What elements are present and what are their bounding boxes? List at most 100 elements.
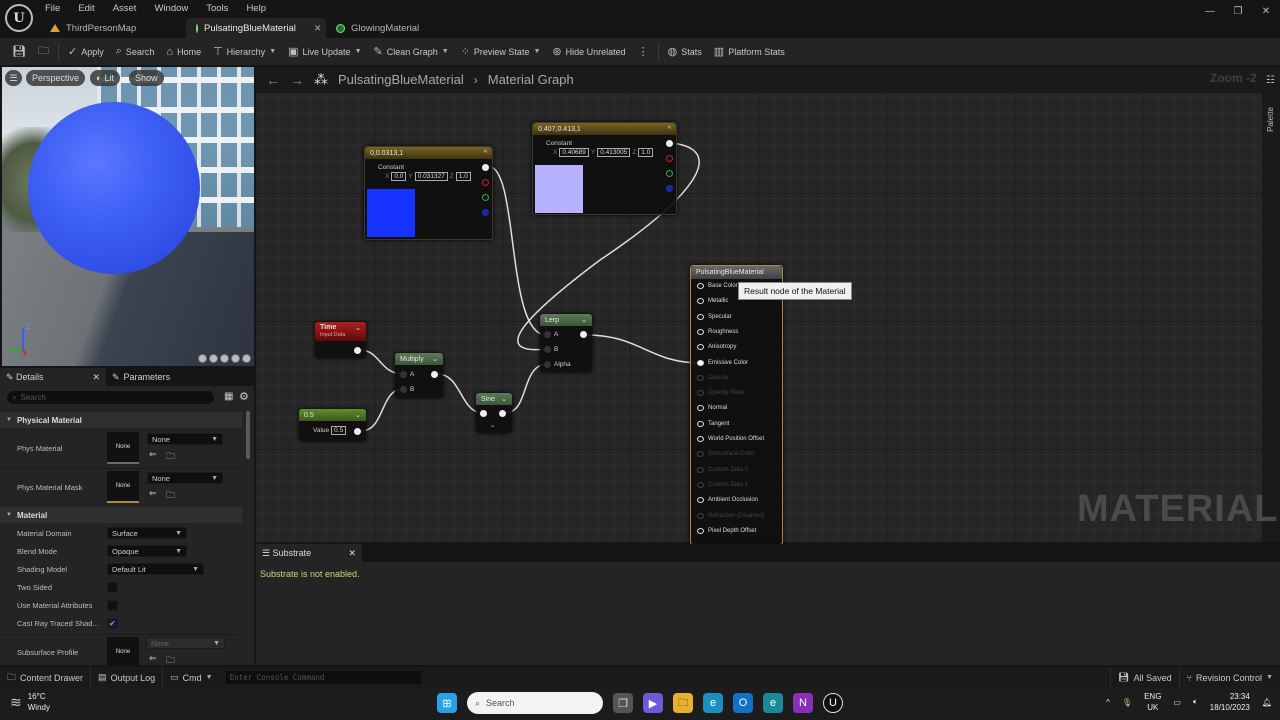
- clean-graph-button[interactable]: ✎ Clean Graph ▼: [368, 38, 455, 65]
- menu-asset[interactable]: Asset: [112, 2, 145, 14]
- x-field[interactable]: 0.40689: [559, 148, 589, 157]
- output-pin[interactable]: [431, 371, 438, 378]
- input-pin-a[interactable]: [400, 371, 407, 378]
- hierarchy-button[interactable]: ⊤ Hierarchy ▼: [207, 38, 282, 65]
- viewport-menu-button[interactable]: ☰: [5, 70, 22, 86]
- result-pin[interactable]: Anisotropy: [697, 344, 736, 351]
- save-button[interactable]: 💾︎: [6, 38, 32, 65]
- volume-icon[interactable]: 🔈︎: [1193, 697, 1198, 707]
- result-pin[interactable]: Emissive Color: [697, 359, 748, 366]
- sphere-preview-icon[interactable]: [209, 354, 218, 363]
- material-result-node[interactable]: PulsatingBlueMaterial Base Color Metallic…: [690, 265, 783, 545]
- output-pin[interactable]: [499, 410, 506, 417]
- input-pin-alpha[interactable]: [544, 361, 551, 368]
- result-pin[interactable]: Specular: [697, 313, 732, 320]
- console-input[interactable]: Enter Console Command: [225, 671, 421, 684]
- output-pin-r[interactable]: [666, 155, 673, 162]
- input-pin[interactable]: [480, 410, 487, 417]
- network-icon[interactable]: ▭: [1173, 698, 1181, 707]
- phys-material-mask-combo[interactable]: None ▼: [147, 472, 223, 484]
- close-icon[interactable]: ✕: [92, 372, 100, 383]
- menu-window[interactable]: Window: [153, 2, 196, 14]
- pin-connector-icon[interactable]: [697, 359, 704, 366]
- notification-bell-icon[interactable]: 🔔︎: [1262, 698, 1272, 707]
- microphone-icon[interactable]: 🎙︎: [1122, 698, 1132, 707]
- output-pin-r[interactable]: [482, 179, 489, 186]
- file-explorer-icon[interactable]: 🗀: [673, 693, 693, 713]
- edge-icon[interactable]: e: [703, 693, 723, 713]
- stats-button[interactable]: ◍ Stats: [662, 38, 708, 65]
- pin-connector-icon[interactable]: [697, 436, 704, 442]
- pin-connector-icon[interactable]: [697, 374, 704, 381]
- result-pin[interactable]: Metallic: [697, 298, 728, 305]
- tab-details[interactable]: ✎ Details ✕: [0, 368, 106, 386]
- revision-control-button[interactable]: ⑂ Revision Control ▼: [1180, 667, 1280, 688]
- clock[interactable]: 23:34 18/10/2023: [1210, 691, 1250, 713]
- collapse-icon[interactable]: ^: [668, 126, 671, 133]
- value-field[interactable]: 0.5: [331, 426, 347, 435]
- constant3vector-node[interactable]: 0,0.0313,1 ^ Constant X 0.0 Y 0.031327 Z 1.0: [364, 146, 493, 240]
- palette-sidebar[interactable]: ☷ Palette: [1262, 67, 1280, 542]
- section-material[interactable]: ▼ Material: [0, 507, 242, 523]
- mesh-preview-icon[interactable]: [242, 354, 251, 363]
- subsurface-profile-combo[interactable]: None ▼: [146, 637, 225, 649]
- chevron-down-icon[interactable]: ⌄: [355, 411, 361, 419]
- use-selected-icon[interactable]: ⇐: [149, 488, 157, 499]
- apply-button[interactable]: ✓ Apply: [62, 38, 110, 65]
- home-button[interactable]: ⌂ Home: [160, 38, 207, 65]
- breadcrumb-root[interactable]: PulsatingBlueMaterial: [338, 72, 464, 87]
- node-header[interactable]: 0.407,0.413,1 ^: [533, 123, 676, 135]
- lerp-node[interactable]: Lerp ⌄ A B Alpha: [540, 314, 592, 372]
- section-physical-material[interactable]: ▼ Physical Material: [0, 412, 242, 428]
- node-header[interactable]: Lerp ⌄: [540, 314, 592, 326]
- output-pin-g[interactable]: [666, 170, 673, 177]
- live-update-button[interactable]: ▣ Live Update ▼: [282, 38, 367, 65]
- maximize-icon[interactable]: ❐: [1224, 0, 1252, 22]
- platform-stats-button[interactable]: ▥ Platform Stats: [708, 38, 791, 65]
- scalar-parameter-node[interactable]: 0.5 ⌄ Value 0.5: [299, 409, 366, 441]
- language-indicator[interactable]: ENG UK: [1144, 691, 1161, 713]
- material-domain-combo[interactable]: Surface ▼: [107, 527, 187, 539]
- pin-connector-icon[interactable]: [697, 527, 704, 534]
- result-pin[interactable]: World Position Offset: [697, 436, 764, 442]
- result-pin[interactable]: Roughness: [697, 328, 738, 335]
- result-pin[interactable]: Pixel Depth Offset: [697, 527, 756, 534]
- show-button[interactable]: Show: [129, 70, 164, 86]
- result-pin[interactable]: Subsurface Color: [697, 451, 754, 458]
- result-pin[interactable]: Refraction (Disabled): [697, 512, 764, 519]
- edge-profile-icon[interactable]: e: [763, 693, 783, 713]
- node-header[interactable]: Multiply ⌄: [395, 353, 443, 365]
- teams-icon[interactable]: ▶: [643, 693, 663, 713]
- browse-button[interactable]: 🗀: [32, 38, 55, 65]
- result-pin[interactable]: Normal: [697, 405, 727, 412]
- output-pin-b[interactable]: [666, 185, 673, 192]
- pin-connector-icon[interactable]: [697, 481, 704, 488]
- back-arrow-icon[interactable]: ←: [266, 72, 280, 88]
- lit-button[interactable]: ◐ Lit: [90, 70, 120, 86]
- browse-asset-icon[interactable]: 🗀: [166, 653, 175, 665]
- onenote-icon[interactable]: N: [793, 693, 813, 713]
- input-pin-a[interactable]: [544, 331, 551, 338]
- content-drawer-button[interactable]: 🗀 Content Drawer: [0, 667, 92, 688]
- tab-pulsatingbluematerial[interactable]: PulsatingBlueMaterial ✕: [186, 18, 326, 38]
- node-header[interactable]: Sine ⌄: [476, 393, 512, 405]
- result-pin[interactable]: Custom Data 0: [697, 466, 748, 473]
- chevron-down-icon[interactable]: ⌄: [501, 395, 507, 403]
- details-scrollbar[interactable]: [246, 411, 250, 459]
- chevron-down-icon[interactable]: ⌄: [490, 421, 495, 429]
- plane-preview-icon[interactable]: [220, 354, 229, 363]
- pin-connector-icon[interactable]: [697, 390, 704, 397]
- output-pin[interactable]: [354, 347, 361, 354]
- forward-arrow-icon[interactable]: →: [290, 72, 304, 88]
- node-header[interactable]: 0.5 ⌄: [299, 409, 366, 421]
- use-material-attributes-checkbox[interactable]: [107, 600, 118, 611]
- pin-connector-icon[interactable]: [697, 497, 704, 504]
- y-field[interactable]: 0.413005: [597, 148, 631, 157]
- more-options-button[interactable]: ⋮: [632, 38, 655, 65]
- close-tab-icon[interactable]: ✕: [314, 23, 322, 34]
- search-button[interactable]: ⌕ Search: [110, 38, 161, 65]
- node-header[interactable]: Time ⌄ Input Data: [315, 322, 366, 341]
- tab-glowingmaterial[interactable]: GlowingMaterial: [326, 18, 429, 38]
- hide-unrelated-button[interactable]: ⊛ Hide Unrelated: [546, 38, 631, 65]
- result-pin[interactable]: Ambient Occlusion: [697, 497, 758, 504]
